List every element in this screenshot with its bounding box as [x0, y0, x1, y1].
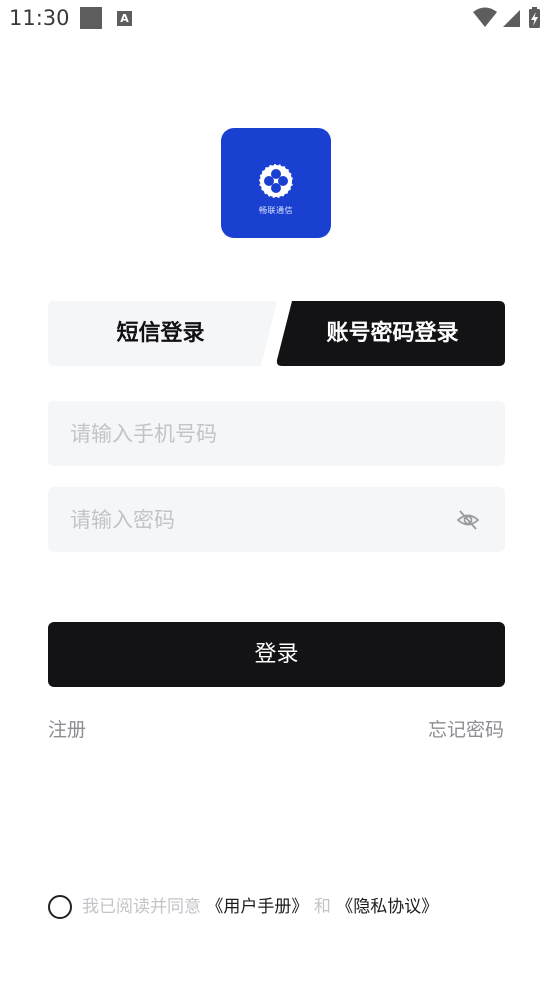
password-input[interactable] [70, 487, 450, 552]
app-logo: 畅联通信 [221, 128, 331, 238]
agreement-and: 和 [313, 897, 331, 917]
status-icons [473, 7, 540, 28]
logo-emblem-icon [258, 163, 294, 199]
agreement-row: 我已阅读并同意 《用户手册》 和 《隐私协议》 [48, 895, 528, 919]
phone-input[interactable] [70, 401, 450, 466]
eye-off-icon[interactable] [456, 508, 480, 532]
a-notification-icon: A [117, 11, 132, 26]
logo-text: 畅联通信 [259, 206, 293, 215]
signal-icon [503, 10, 520, 27]
login-screen: 11:30 A 畅联通信 短信登录 账号密码登录 请输入手机号码 登录 注册 忘… [0, 0, 551, 981]
user-manual-link[interactable]: 《用户手册》 [206, 897, 308, 917]
wifi-icon [473, 7, 497, 27]
status-time: 11:30 [9, 6, 70, 30]
agreement-prefix: 我已阅读并同意 [82, 897, 201, 917]
agreement-text: 我已阅读并同意 《用户手册》 和 《隐私协议》 [82, 895, 438, 919]
agreement-checkbox[interactable] [48, 895, 72, 919]
tab-password-login[interactable]: 账号密码登录 [280, 301, 505, 366]
tab-sms-login[interactable]: 短信登录 [48, 301, 273, 366]
forgot-password-link[interactable]: 忘记密码 [428, 715, 504, 742]
login-tabs: 短信登录 账号密码登录 [48, 301, 505, 366]
battery-charging-icon [529, 7, 540, 28]
square-notification-icon [80, 7, 102, 29]
login-button[interactable]: 登录 [48, 622, 505, 687]
status-bar: 11:30 A [0, 0, 551, 38]
register-link[interactable]: 注册 [48, 715, 86, 742]
privacy-policy-link[interactable]: 《隐私协议》 [336, 897, 438, 917]
password-field [48, 487, 505, 552]
phone-field [48, 401, 505, 466]
